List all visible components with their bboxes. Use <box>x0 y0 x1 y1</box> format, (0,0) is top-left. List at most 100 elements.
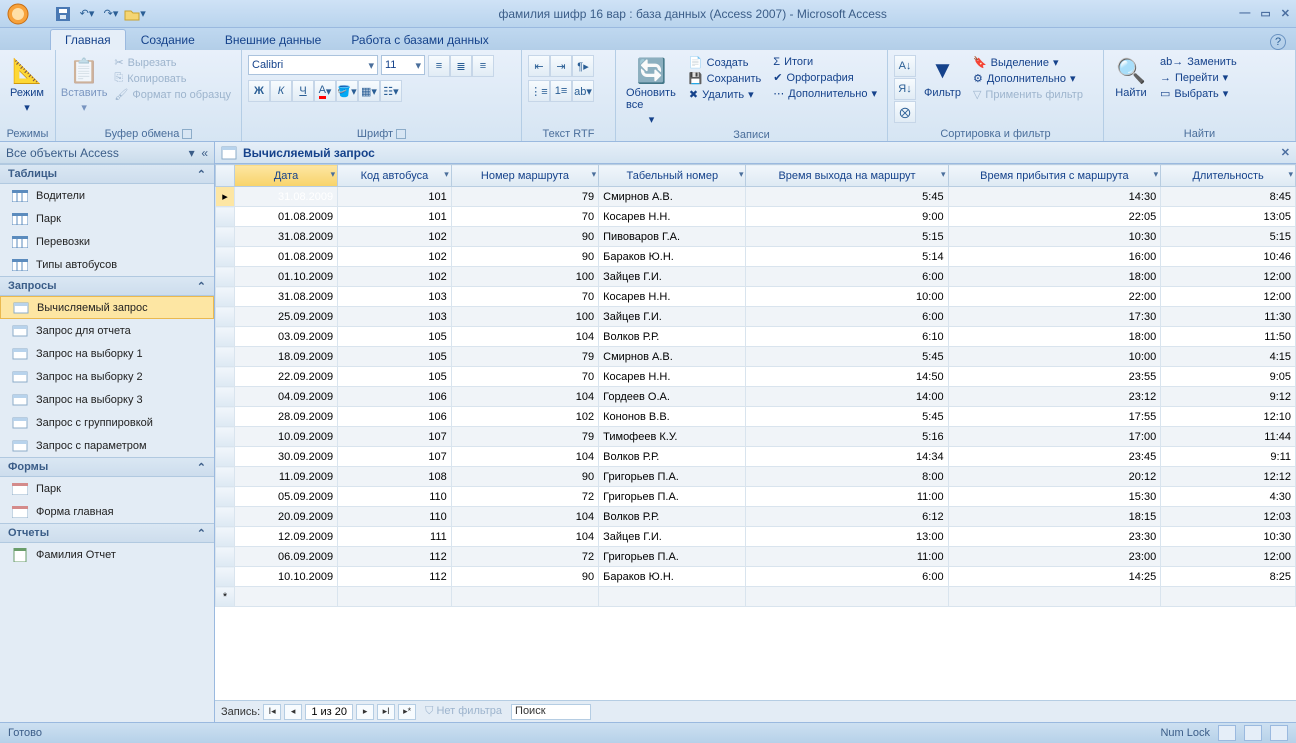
nav-item[interactable]: Запрос для отчета <box>0 319 214 342</box>
cell[interactable]: 12:12 <box>1161 467 1296 487</box>
font-size-combo[interactable]: 11▾ <box>381 55 425 75</box>
new-record-button[interactable]: 📄 Создать <box>685 55 765 70</box>
cell[interactable]: 5:15 <box>1161 227 1296 247</box>
cell[interactable]: Пивоваров Г.А. <box>599 227 746 247</box>
cell[interactable]: 05.09.2009 <box>234 487 337 507</box>
cell[interactable]: 90 <box>451 467 598 487</box>
cell[interactable]: 79 <box>451 347 598 367</box>
next-record-button[interactable]: ▸ <box>356 704 374 720</box>
nav-item[interactable]: Парк <box>0 477 214 500</box>
cell[interactable]: 14:34 <box>746 447 948 467</box>
cell[interactable]: 31.08.2009 <box>234 287 337 307</box>
find-button[interactable]: 🔍Найти <box>1110 55 1152 101</box>
sql-view-button[interactable] <box>1244 725 1262 741</box>
column-header[interactable]: Номер маршрута▾ <box>451 165 598 187</box>
nav-item[interactable]: Запрос с параметром <box>0 434 214 457</box>
row-selector[interactable] <box>216 207 235 227</box>
maximize-button[interactable]: ▭ <box>1260 7 1270 20</box>
nav-item[interactable]: Запрос с группировкой <box>0 411 214 434</box>
cell[interactable]: 9:11 <box>1161 447 1296 467</box>
cell[interactable]: 17:00 <box>948 427 1161 447</box>
cell[interactable]: 104 <box>451 447 598 467</box>
row-selector[interactable] <box>216 267 235 287</box>
cell[interactable]: 8:00 <box>746 467 948 487</box>
cell[interactable]: 8:25 <box>1161 567 1296 587</box>
nav-cat-forms[interactable]: Формы⌃ <box>0 457 214 477</box>
cell[interactable]: Волков Р.Р. <box>599 507 746 527</box>
cell[interactable] <box>1161 587 1296 607</box>
spelling-button[interactable]: ✔ Орфография <box>769 70 881 85</box>
cell[interactable]: Зайцев Г.И. <box>599 307 746 327</box>
cell[interactable]: 12:00 <box>1161 547 1296 567</box>
cell[interactable]: 5:45 <box>746 187 948 207</box>
cell[interactable]: 23:55 <box>948 367 1161 387</box>
fill-color-icon[interactable]: 🪣▾ <box>336 80 358 102</box>
row-selector[interactable] <box>216 467 235 487</box>
advanced-filter-button[interactable]: ⚙ Дополнительно ▾ <box>969 71 1087 86</box>
cell[interactable]: 30.09.2009 <box>234 447 337 467</box>
cell[interactable]: 90 <box>451 567 598 587</box>
design-view-button[interactable] <box>1270 725 1288 741</box>
save-icon[interactable] <box>52 3 74 25</box>
cell[interactable]: 6:00 <box>746 307 948 327</box>
cell[interactable]: 70 <box>451 367 598 387</box>
search-box[interactable]: Поиск <box>511 704 591 720</box>
row-selector[interactable] <box>216 407 235 427</box>
cell[interactable]: 100 <box>451 307 598 327</box>
cell[interactable]: 102 <box>338 227 452 247</box>
clear-sort-icon[interactable]: ⨂ <box>894 101 916 123</box>
close-document-button[interactable]: ✕ <box>1281 146 1290 159</box>
datasheet[interactable]: Дата▾Код автобуса▾Номер маршрута▾Табельн… <box>215 164 1296 700</box>
row-selector[interactable] <box>216 327 235 347</box>
cell[interactable]: 104 <box>451 387 598 407</box>
tab-home[interactable]: Главная <box>50 29 126 50</box>
close-button[interactable]: ✕ <box>1281 7 1290 20</box>
cell[interactable]: 17:55 <box>948 407 1161 427</box>
cell[interactable]: 01.08.2009 <box>234 207 337 227</box>
cell[interactable]: 10:46 <box>1161 247 1296 267</box>
redo-icon[interactable]: ↷▾ <box>100 3 122 25</box>
sort-asc-icon[interactable]: A↓ <box>894 55 916 77</box>
nav-item[interactable]: Перевозки <box>0 230 214 253</box>
nav-item[interactable]: Водители <box>0 184 214 207</box>
align-left-icon[interactable]: ≡ <box>428 55 450 77</box>
font-color-icon[interactable]: А▾ <box>314 80 336 102</box>
row-selector[interactable] <box>216 567 235 587</box>
cell[interactable]: 04.09.2009 <box>234 387 337 407</box>
column-header[interactable]: Длительность▾ <box>1161 165 1296 187</box>
cell[interactable]: 31.08.2009 <box>234 227 337 247</box>
cell[interactable]: 15:30 <box>948 487 1161 507</box>
cell[interactable]: Григорьев П.А. <box>599 547 746 567</box>
cell[interactable]: Зайцев Г.И. <box>599 267 746 287</box>
open-icon[interactable]: ▾ <box>124 3 146 25</box>
cell[interactable]: 105 <box>338 347 452 367</box>
cell[interactable]: Косарев Н.Н. <box>599 287 746 307</box>
cell[interactable]: Смирнов А.В. <box>599 187 746 207</box>
nav-item[interactable]: Форма главная <box>0 500 214 523</box>
last-record-button[interactable]: ▸I <box>377 704 395 720</box>
tab-external-data[interactable]: Внешние данные <box>210 29 337 50</box>
nav-cat-tables[interactable]: Таблицы⌃ <box>0 164 214 184</box>
undo-icon[interactable]: ↶▾ <box>76 3 98 25</box>
cell[interactable]: 12:00 <box>1161 267 1296 287</box>
cell[interactable]: 10.10.2009 <box>234 567 337 587</box>
cell[interactable]: 108 <box>338 467 452 487</box>
prev-record-button[interactable]: ◂ <box>284 704 302 720</box>
cell[interactable]: 5:45 <box>746 347 948 367</box>
row-selector[interactable] <box>216 287 235 307</box>
cell[interactable]: 112 <box>338 547 452 567</box>
cell[interactable]: 11:30 <box>1161 307 1296 327</box>
cell[interactable]: 23:00 <box>948 547 1161 567</box>
numbering-icon[interactable]: 1≡ <box>550 80 572 102</box>
gridlines-icon[interactable]: ▦▾ <box>358 80 380 102</box>
nav-item[interactable]: Фамилия Отчет <box>0 543 214 566</box>
column-header[interactable]: Время выхода на маршрут▾ <box>746 165 948 187</box>
cell[interactable]: 13:05 <box>1161 207 1296 227</box>
cell[interactable]: 14:25 <box>948 567 1161 587</box>
cell[interactable]: 22:05 <box>948 207 1161 227</box>
bold-icon[interactable]: Ж <box>248 80 270 102</box>
cell[interactable] <box>338 587 452 607</box>
minimize-button[interactable]: ― <box>1239 7 1250 20</box>
first-record-button[interactable]: I◂ <box>263 704 281 720</box>
row-selector[interactable] <box>216 247 235 267</box>
